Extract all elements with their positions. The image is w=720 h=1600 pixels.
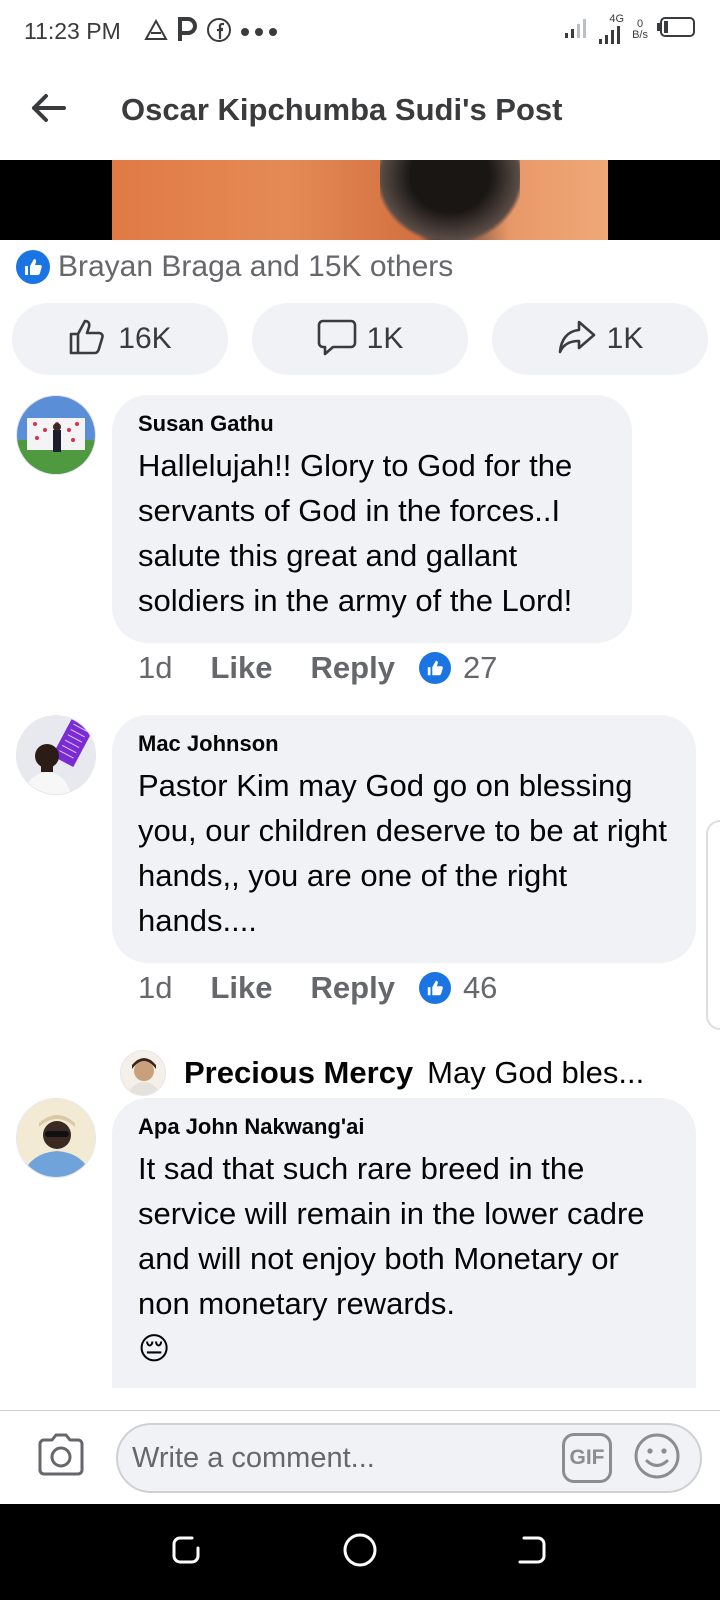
post-actions: 16K 1K 1K <box>12 303 708 375</box>
status-system-icons: 4G 0 B/s <box>564 14 696 45</box>
comment-author[interactable]: Apa John Nakwang'ai <box>138 1114 672 1140</box>
back-button[interactable] <box>24 86 72 134</box>
comment-reply-button[interactable]: Reply <box>311 650 395 686</box>
home-button[interactable] <box>338 1530 382 1574</box>
comment-like-button[interactable]: Like <box>210 650 272 686</box>
gif-label: GIF <box>569 1446 605 1469</box>
signal-4g-icon: 4G <box>598 14 624 45</box>
comment-meta: 1d Like Reply 27 <box>138 650 497 686</box>
like-button[interactable]: 16K <box>12 303 228 375</box>
comment-count: 1K <box>366 322 404 355</box>
comment-composer: GIF <box>0 1410 720 1504</box>
comment-text: It sad that such rare breed in the servi… <box>138 1151 645 1321</box>
reply-author[interactable]: Precious Mercy <box>184 1055 413 1091</box>
comment-time[interactable]: 1d <box>138 970 172 1006</box>
avatar[interactable] <box>120 1050 166 1096</box>
post-image[interactable] <box>0 160 720 240</box>
comment-author[interactable]: Susan Gathu <box>138 411 608 437</box>
comment-reaction-count[interactable]: 46 <box>463 970 497 1006</box>
avatar[interactable] <box>16 395 96 475</box>
status-notification-icons <box>144 17 278 48</box>
comment-like-button[interactable]: Like <box>210 970 272 1006</box>
camera-icon <box>36 1432 86 1481</box>
like-reaction-icon <box>16 250 50 284</box>
recent-apps-button[interactable] <box>164 1530 208 1574</box>
comment-bubble[interactable]: Susan Gathu Hallelujah!! Glory to God fo… <box>112 395 632 643</box>
comment-bubble[interactable]: Mac Johnson Pastor Kim may God go on ble… <box>112 715 696 963</box>
comment-text: Pastor Kim may God go on blessing you, o… <box>138 768 668 938</box>
reaction-summary-text: Brayan Braga and 15K others <box>58 250 454 283</box>
network-type-label: 4G <box>609 13 625 25</box>
battery-icon <box>656 16 696 43</box>
post-photo <box>112 160 608 240</box>
more-dots-icon <box>240 24 278 42</box>
comment-text: Hallelujah!! Glory to God for the servan… <box>138 448 573 618</box>
data-rate: 0 B/s <box>632 17 648 41</box>
like-count: 16K <box>118 322 172 355</box>
emoji-button[interactable] <box>632 1433 682 1483</box>
camera-button[interactable] <box>34 1431 88 1481</box>
back-arrow-icon <box>30 93 66 128</box>
comment-bubble-icon <box>317 318 357 361</box>
avatar[interactable] <box>16 715 96 795</box>
data-rate-value: 0 <box>636 17 644 30</box>
like-reaction-icon <box>418 652 451 684</box>
sad-face-emoji: 😔 <box>138 1331 171 1366</box>
page-title: Oscar Kipchumba Sudi's Post <box>121 92 563 127</box>
share-arrow-icon <box>557 318 597 361</box>
back-nav-button[interactable] <box>510 1530 554 1574</box>
p-app-icon <box>176 17 198 48</box>
like-reaction-icon <box>418 972 451 1004</box>
share-button[interactable]: 1K <box>492 303 708 375</box>
comment-reply-button[interactable]: Reply <box>311 970 395 1006</box>
alert-triangle-icon <box>144 18 168 46</box>
signal-icon <box>564 15 590 44</box>
facebook-icon <box>206 17 232 48</box>
comment-input[interactable] <box>116 1423 702 1493</box>
share-count: 1K <box>606 322 644 355</box>
status-bar: 11:23 PM 4G 0 B/s <box>0 0 720 64</box>
home-circle-icon <box>342 1532 378 1573</box>
recent-apps-icon <box>170 1534 202 1571</box>
comment-reaction-count[interactable]: 27 <box>463 650 497 686</box>
reply-preview[interactable]: Precious Mercy May God bles... <box>120 1050 644 1096</box>
post-header: Oscar Kipchumba Sudi's Post <box>0 64 720 160</box>
comment-author[interactable]: Mac Johnson <box>138 731 672 757</box>
smiley-icon <box>633 1432 681 1485</box>
reply-text: May God bles... <box>427 1055 645 1090</box>
gif-button[interactable]: GIF <box>562 1433 612 1483</box>
scroll-handle[interactable] <box>706 820 720 1030</box>
comment-bubble[interactable]: Apa John Nakwang'ai It sad that such rar… <box>112 1098 696 1388</box>
comment-button[interactable]: 1K <box>252 303 468 375</box>
thumbs-up-icon <box>68 318 108 361</box>
reaction-summary[interactable]: Brayan Braga and 15K others <box>16 250 453 284</box>
system-nav-bar <box>0 1504 720 1600</box>
comment-meta: 1d Like Reply 46 <box>138 970 497 1006</box>
status-time: 11:23 PM <box>24 18 121 44</box>
comment-time[interactable]: 1d <box>138 650 172 686</box>
avatar[interactable] <box>16 1098 96 1178</box>
back-nav-icon <box>516 1534 548 1571</box>
data-rate-unit: B/s <box>632 28 648 41</box>
